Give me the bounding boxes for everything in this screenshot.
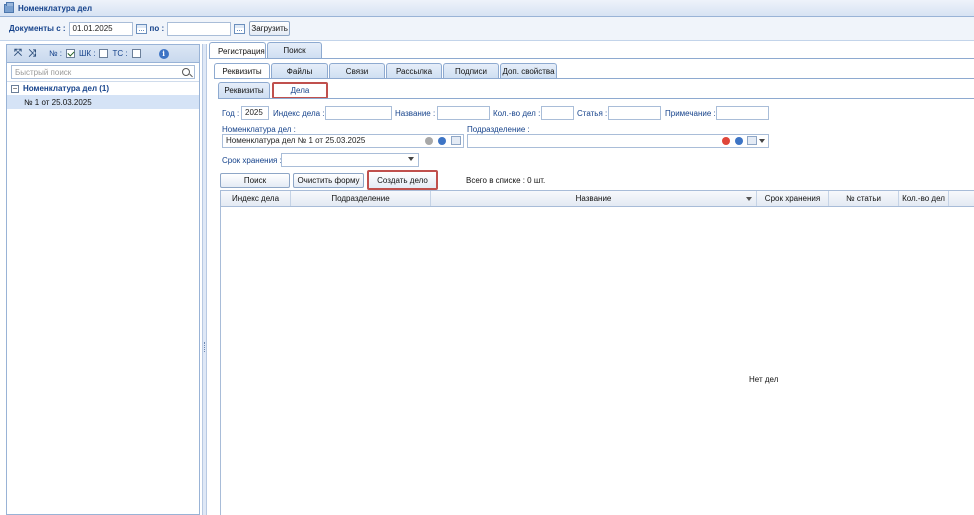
to-label: по : <box>149 24 165 33</box>
nomenclature-label: Номенклатура дел : <box>222 125 296 134</box>
tc-label: ТС : <box>112 49 128 58</box>
search-icon[interactable] <box>182 68 190 76</box>
info-icon[interactable]: i <box>158 48 169 59</box>
retention-select[interactable] <box>281 153 419 167</box>
case-count-input[interactable] <box>541 106 574 120</box>
create-case-button[interactable]: Создать дело <box>367 170 438 190</box>
clear-division-icon[interactable] <box>722 137 730 145</box>
subsection-tabs: Реквизиты Дела <box>218 82 328 99</box>
case-count-label: Кол.-во дел : <box>493 109 541 118</box>
section-tabs: Реквизиты Файлы Связи Рассылка Подписи Д… <box>214 63 557 79</box>
tab-sub-requisites[interactable]: Реквизиты <box>218 82 270 98</box>
nomenclature-value: Номенклатура дел № 1 от 25.03.2025 <box>226 136 366 145</box>
num-checkbox[interactable] <box>66 49 76 58</box>
year-input[interactable]: 2025 <box>241 106 269 120</box>
article-input[interactable] <box>608 106 661 120</box>
left-toolbar: ⤧ ⤨ № : ШК : ТС : i <box>7 45 199 63</box>
tab-cases[interactable]: Дела <box>272 82 328 99</box>
docs-from-label: Документы с : <box>9 24 66 33</box>
retention-dropdown-icon[interactable] <box>408 157 414 161</box>
case-index-label: Индекс дела : <box>273 109 325 118</box>
tree-item-label: № 1 от 25.03.2025 <box>24 97 92 107</box>
main-panel: Регистрация Поиск Реквизиты Файлы Связи … <box>209 42 974 515</box>
note-input[interactable] <box>716 106 769 120</box>
col-article-number[interactable]: № статьи <box>829 191 899 206</box>
tree-root[interactable]: − Номенклатура дел (1) <box>7 81 199 95</box>
tab-links[interactable]: Связи <box>329 63 385 78</box>
note-label: Примечание : <box>665 109 716 118</box>
date-to-input[interactable] <box>167 21 232 36</box>
col-name[interactable]: Название <box>431 191 757 206</box>
division-label: Подразделение : <box>467 125 530 134</box>
quick-search-placeholder: Быстрый поиск <box>15 67 72 77</box>
retention-label: Срок хранения : <box>222 156 282 165</box>
total-count-text: Всего в списке : 0 шт. <box>466 176 546 185</box>
empty-grid-text: Нет дел <box>749 375 779 384</box>
tree-root-label: Номенклатура дел (1) <box>23 84 110 93</box>
col-case-index[interactable]: Индекс дела <box>221 191 291 206</box>
expand-all-icon[interactable]: ⤧ <box>13 48 23 59</box>
tab-mailing[interactable]: Рассылка <box>386 63 442 78</box>
calendar-from-icon[interactable] <box>135 23 147 34</box>
clear-nomenclature-icon[interactable] <box>425 137 433 145</box>
tab-registration[interactable]: Регистрация <box>209 42 266 59</box>
cases-grid: Индекс дела Подразделение Название Срок … <box>220 190 974 515</box>
case-index-input[interactable] <box>325 106 392 120</box>
nomenclature-info-icon[interactable] <box>438 137 446 145</box>
shk-checkbox[interactable] <box>99 49 109 58</box>
division-dropdown-icon[interactable] <box>759 139 765 143</box>
num-label: № : <box>49 49 63 58</box>
col-retention[interactable]: Срок хранения <box>757 191 829 206</box>
division-info-icon[interactable] <box>735 137 743 145</box>
col-division[interactable]: Подразделение <box>291 191 431 206</box>
sort-dropdown-icon[interactable] <box>746 197 752 201</box>
tab-signatures[interactable]: Подписи <box>443 63 499 78</box>
window-titlebar: Номенклатура дел <box>0 0 974 17</box>
top-tabs: Регистрация Поиск <box>209 42 322 59</box>
tc-checkbox[interactable] <box>131 49 141 58</box>
col-name-label: Название <box>575 194 612 203</box>
name-input[interactable] <box>437 106 490 120</box>
tab-files[interactable]: Файлы <box>271 63 328 78</box>
grid-header: Индекс дела Подразделение Название Срок … <box>221 191 974 207</box>
division-browse-icon[interactable] <box>747 136 757 145</box>
panel-splitter[interactable] <box>202 44 207 515</box>
tab-extra-properties[interactable]: Доп. свойства <box>500 63 557 78</box>
date-from-input[interactable]: 01.01.2025 <box>68 21 133 36</box>
tab-requisites[interactable]: Реквизиты <box>214 63 270 78</box>
collapse-all-icon[interactable]: ⤨ <box>27 48 37 59</box>
tree-item[interactable]: № 1 от 25.03.2025 <box>7 95 199 109</box>
load-button[interactable]: Загрузить <box>249 21 291 36</box>
collapse-node-icon[interactable]: − <box>11 84 19 93</box>
name-label: Название : <box>395 109 436 118</box>
nomenclature-browse-icon[interactable] <box>451 136 461 145</box>
window-title: Номенклатура дел <box>18 3 93 13</box>
left-panel: ⤧ ⤨ № : ШК : ТС : i Быстрый поиск − Номе… <box>6 44 200 515</box>
app-icon <box>4 1 14 13</box>
clear-form-button[interactable]: Очистить форму <box>293 173 364 188</box>
tab-search[interactable]: Поиск <box>267 42 322 58</box>
article-label: Статья : <box>577 109 608 118</box>
search-button[interactable]: Поиск <box>220 173 290 188</box>
col-case-count[interactable]: Кол.-во дел <box>899 191 949 206</box>
shk-label: ШК : <box>79 49 96 58</box>
quick-search-input[interactable]: Быстрый поиск <box>11 65 195 79</box>
document-date-bar: Документы с : 01.01.2025 по : Загрузить <box>0 17 974 41</box>
calendar-to-icon[interactable] <box>234 23 246 34</box>
year-label: Год : <box>222 109 240 118</box>
